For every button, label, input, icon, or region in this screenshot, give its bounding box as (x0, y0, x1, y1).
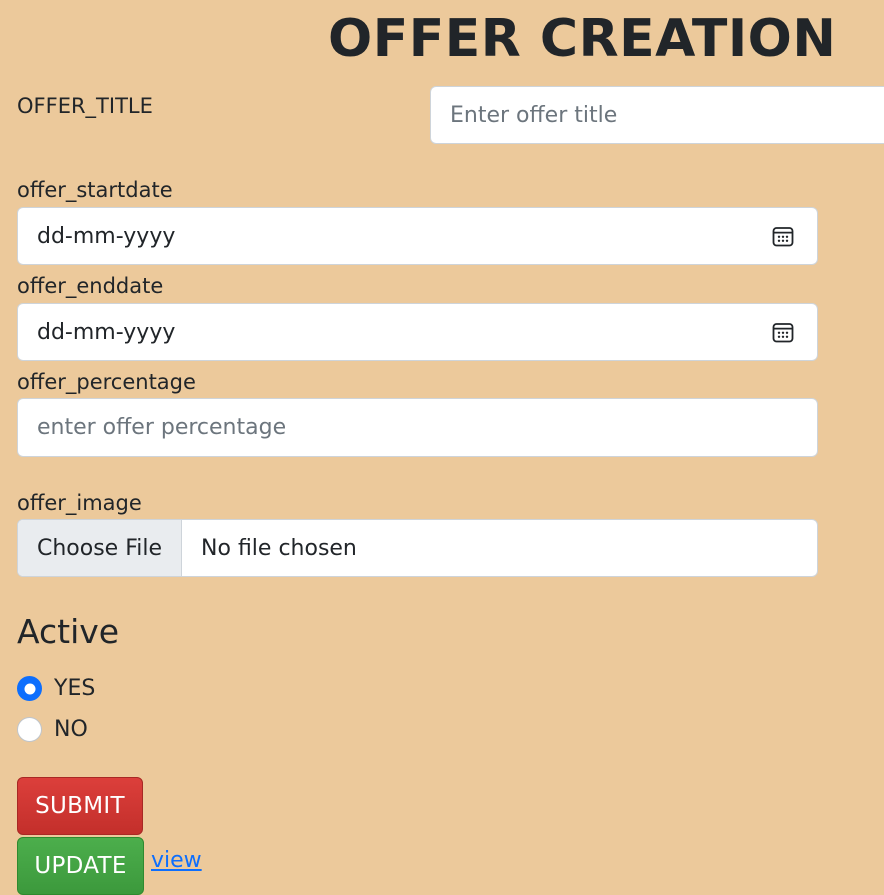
calendar-icon[interactable] (771, 320, 795, 344)
calendar-icon[interactable] (771, 224, 795, 248)
view-link[interactable]: view (151, 848, 202, 873)
page-title: OFFER CREATION (328, 9, 837, 69)
offer-percentage-label: offer_percentage (17, 370, 196, 394)
radio-no-label: NO (54, 717, 88, 742)
offer-enddate-label: offer_enddate (17, 274, 164, 298)
offer-enddate-value: dd-mm-yyyy (37, 319, 176, 345)
offer-title-label: OFFER_TITLE (17, 94, 153, 118)
offer-percentage-placeholder: enter offer percentage (37, 415, 287, 440)
active-option-no[interactable]: NO (17, 717, 88, 742)
offer-percentage-input[interactable]: enter offer percentage (17, 398, 818, 457)
offer-title-placeholder: Enter offer title (450, 102, 618, 128)
choose-file-button[interactable]: Choose File (18, 520, 183, 576)
offer-image-label: offer_image (17, 491, 142, 515)
active-heading: Active (17, 612, 120, 651)
offer-startdate-value: dd-mm-yyyy (37, 223, 176, 249)
offer-startdate-input[interactable]: dd-mm-yyyy (17, 207, 818, 265)
offer-enddate-input[interactable]: dd-mm-yyyy (17, 303, 818, 361)
radio-yes[interactable] (17, 676, 42, 701)
file-status-text: No file chosen (201, 535, 357, 561)
update-button[interactable]: UPDATE (17, 837, 144, 895)
radio-no[interactable] (17, 717, 42, 742)
submit-button[interactable]: SUBMIT (17, 777, 143, 835)
active-option-yes[interactable]: YES (17, 676, 95, 701)
offer-title-input[interactable]: Enter offer title (430, 86, 884, 144)
offer-image-file-input[interactable]: Choose File No file chosen (17, 519, 818, 577)
radio-yes-label: YES (54, 676, 96, 701)
offer-startdate-label: offer_startdate (17, 178, 173, 202)
